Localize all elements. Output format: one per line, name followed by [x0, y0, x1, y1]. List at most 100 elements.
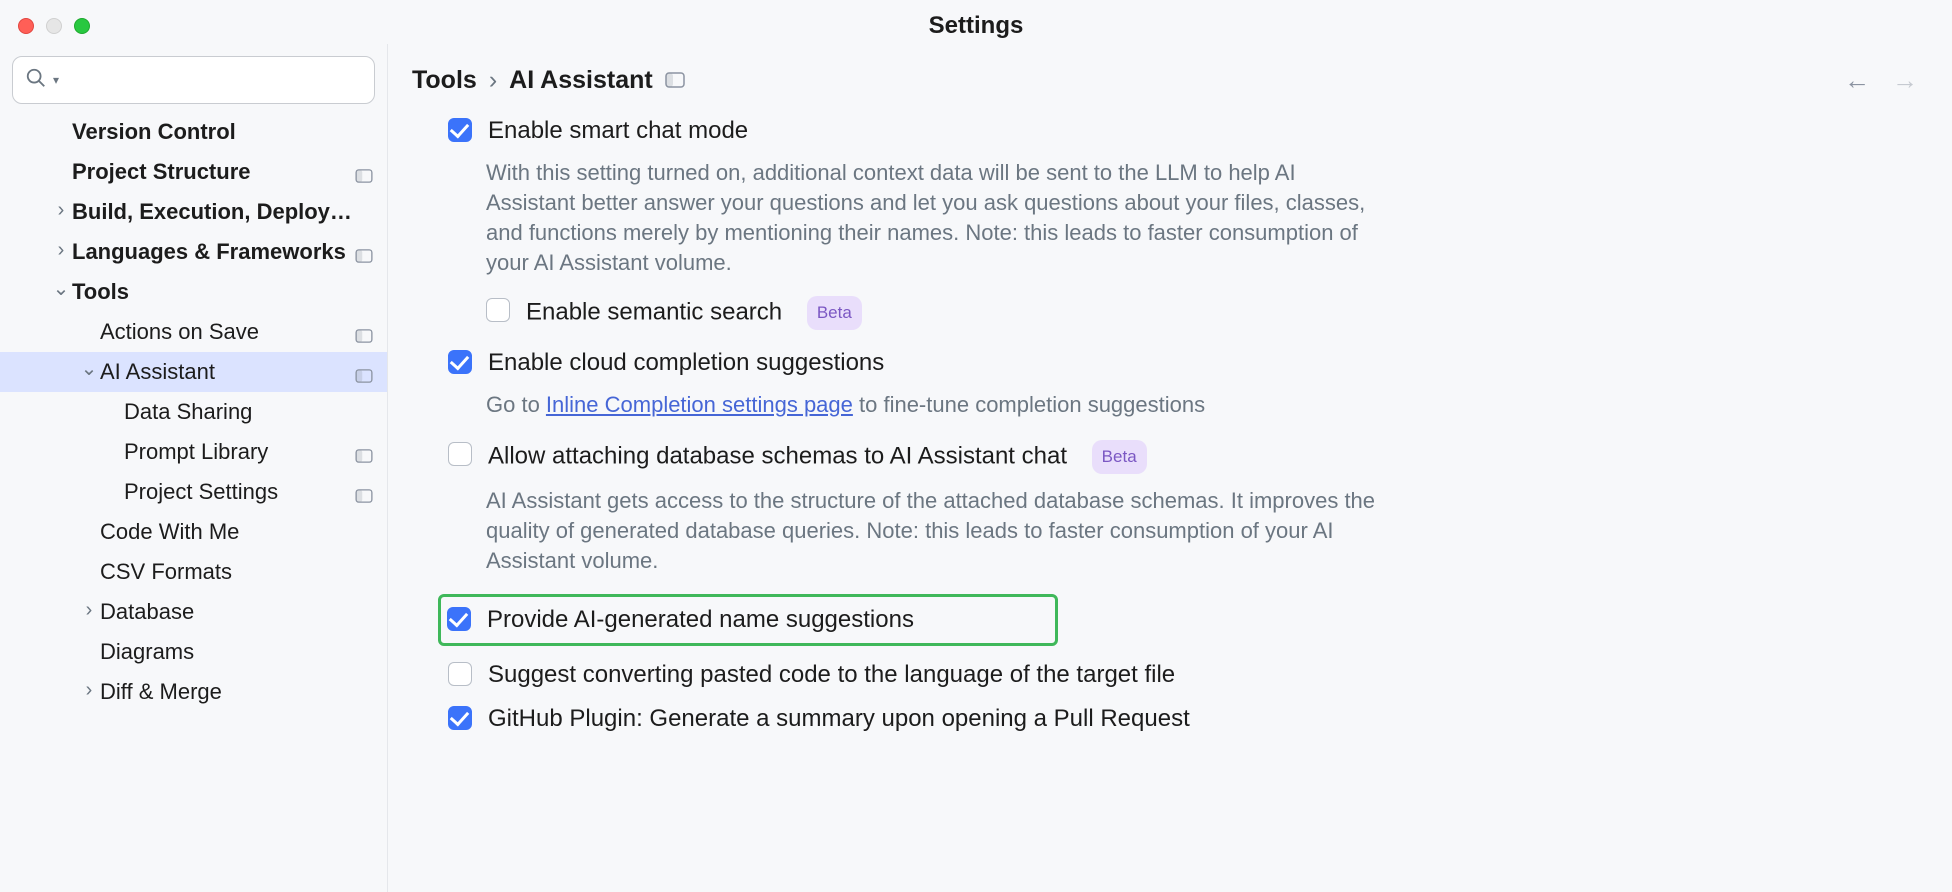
settings-sidebar: ▾ Version ControlProject Structure›Build…: [0, 44, 388, 892]
sidebar-item-project-structure[interactable]: Project Structure: [0, 152, 387, 192]
sidebar-item-label: Database: [100, 599, 355, 625]
setting-smart-chat: Enable smart chat mode: [448, 116, 1804, 146]
dropdown-caret-icon: ▾: [53, 73, 59, 87]
project-scope-icon: [355, 643, 377, 661]
project-scope-icon: [355, 603, 377, 621]
semantic-search-checkbox[interactable]: [486, 298, 510, 322]
github-pr-checkbox[interactable]: [448, 706, 472, 730]
chevron-right-icon[interactable]: ›: [50, 239, 72, 262]
smart-chat-checkbox[interactable]: [448, 118, 472, 142]
semantic-search-label-text: Enable semantic search: [526, 298, 782, 325]
project-scope-icon: [355, 283, 377, 301]
project-scope-icon: [355, 403, 377, 421]
sidebar-item-label: Code With Me: [100, 519, 355, 545]
project-scope-icon: [355, 243, 377, 261]
sidebar-item-data-sharing[interactable]: Data Sharing: [0, 392, 387, 432]
breadcrumb-root[interactable]: Tools: [412, 66, 477, 95]
sidebar-item-label: Tools: [72, 279, 355, 305]
breadcrumb-nav: ← →: [1844, 67, 1924, 93]
sidebar-item-tools[interactable]: ⌄Tools: [0, 272, 387, 312]
setting-db-schemas: Allow attaching database schemas to AI A…: [448, 440, 1804, 474]
name-suggestions-checkbox[interactable]: [447, 607, 471, 631]
setting-semantic-search: Enable semantic search Beta: [486, 296, 1804, 330]
chevron-down-icon[interactable]: ⌄: [78, 356, 100, 381]
project-scope-icon: [665, 66, 685, 95]
sidebar-item-actions-on-save[interactable]: Actions on Save: [0, 312, 387, 352]
sidebar-item-label: Actions on Save: [100, 319, 355, 345]
sidebar-item-label: Data Sharing: [124, 399, 355, 425]
smart-chat-label: Enable smart chat mode: [488, 116, 748, 146]
highlighted-setting: Provide AI-generated name suggestions: [438, 594, 1058, 646]
cloud-completion-desc-suffix: to fine-tune completion suggestions: [853, 392, 1205, 417]
sidebar-item-build-execution-deployment[interactable]: ›Build, Execution, Deployment: [0, 192, 387, 232]
sidebar-item-code-with-me[interactable]: Code With Me: [0, 512, 387, 552]
breadcrumb-separator-icon: ›: [489, 66, 497, 95]
cloud-completion-checkbox[interactable]: [448, 350, 472, 374]
project-scope-icon: [355, 363, 377, 381]
sidebar-item-version-control[interactable]: Version Control: [0, 112, 387, 152]
convert-paste-checkbox[interactable]: [448, 662, 472, 686]
sidebar-item-project-settings[interactable]: Project Settings: [0, 472, 387, 512]
settings-tree: Version ControlProject Structure›Build, …: [0, 112, 387, 712]
project-scope-icon: [355, 523, 377, 541]
project-scope-icon: [355, 483, 377, 501]
smart-chat-description: With this setting turned on, additional …: [486, 158, 1386, 278]
cloud-completion-desc-prefix: Go to: [486, 392, 546, 417]
setting-cloud-completion: Enable cloud completion suggestions: [448, 348, 1804, 378]
settings-search-input[interactable]: [65, 68, 362, 93]
nav-forward-button: →: [1892, 67, 1918, 93]
window-titlebar: Settings: [0, 0, 1952, 44]
window-title: Settings: [0, 12, 1952, 40]
nav-back-button[interactable]: ←: [1844, 67, 1870, 93]
chevron-right-icon[interactable]: ›: [78, 679, 100, 702]
sidebar-item-label: CSV Formats: [100, 559, 355, 585]
setting-name-suggestions: Provide AI-generated name suggestions: [447, 605, 1041, 635]
db-schemas-label-text: Allow attaching database schemas to AI A…: [488, 442, 1067, 469]
name-suggestions-label: Provide AI-generated name suggestions: [487, 605, 914, 635]
chevron-down-icon[interactable]: ⌄: [50, 276, 72, 301]
sidebar-item-label: Version Control: [72, 119, 355, 145]
chevron-right-icon[interactable]: ›: [50, 199, 72, 222]
settings-search[interactable]: ▾: [12, 56, 375, 104]
sidebar-item-label: Languages & Frameworks: [72, 239, 355, 265]
setting-github-pr: GitHub Plugin: Generate a summary upon o…: [448, 704, 1804, 734]
sidebar-item-diff-merge[interactable]: ›Diff & Merge: [0, 672, 387, 712]
setting-convert-paste: Suggest converting pasted code to the la…: [448, 660, 1804, 690]
cloud-completion-description: Go to Inline Completion settings page to…: [486, 390, 1386, 420]
db-schemas-checkbox[interactable]: [448, 442, 472, 466]
beta-badge: Beta: [807, 296, 862, 330]
cloud-completion-label: Enable cloud completion suggestions: [488, 348, 884, 378]
project-scope-icon: [355, 443, 377, 461]
sidebar-item-database[interactable]: ›Database: [0, 592, 387, 632]
search-icon: [25, 67, 47, 94]
sidebar-item-prompt-library[interactable]: Prompt Library: [0, 432, 387, 472]
sidebar-item-label: Build, Execution, Deployment: [72, 199, 355, 225]
project-scope-icon: [355, 683, 377, 701]
project-scope-icon: [355, 563, 377, 581]
sidebar-item-languages-frameworks[interactable]: ›Languages & Frameworks: [0, 232, 387, 272]
inline-completion-settings-link[interactable]: Inline Completion settings page: [546, 392, 853, 417]
breadcrumb-leaf: AI Assistant: [509, 66, 653, 95]
sidebar-item-label: Project Structure: [72, 159, 355, 185]
sidebar-item-label: Diff & Merge: [100, 679, 355, 705]
sidebar-item-label: AI Assistant: [100, 359, 355, 385]
db-schemas-label: Allow attaching database schemas to AI A…: [488, 440, 1147, 474]
sidebar-item-ai-assistant[interactable]: ⌄AI Assistant: [0, 352, 387, 392]
sidebar-item-label: Project Settings: [124, 479, 355, 505]
db-schemas-description: AI Assistant gets access to the structur…: [486, 486, 1386, 576]
convert-paste-label: Suggest converting pasted code to the la…: [488, 660, 1175, 690]
sidebar-item-csv-formats[interactable]: CSV Formats: [0, 552, 387, 592]
github-pr-label: GitHub Plugin: Generate a summary upon o…: [488, 704, 1190, 734]
project-scope-icon: [355, 163, 377, 181]
semantic-search-label: Enable semantic search Beta: [526, 296, 862, 330]
sidebar-item-label: Diagrams: [100, 639, 355, 665]
sidebar-item-diagrams[interactable]: Diagrams: [0, 632, 387, 672]
project-scope-icon: [355, 203, 377, 221]
sidebar-item-label: Prompt Library: [124, 439, 355, 465]
breadcrumb: Tools › AI Assistant: [412, 66, 685, 95]
chevron-right-icon[interactable]: ›: [78, 599, 100, 622]
project-scope-icon: [355, 323, 377, 341]
beta-badge: Beta: [1092, 440, 1147, 474]
settings-content: Tools › AI Assistant ← → Enable smart ch…: [388, 44, 1952, 892]
project-scope-icon: [355, 123, 377, 141]
